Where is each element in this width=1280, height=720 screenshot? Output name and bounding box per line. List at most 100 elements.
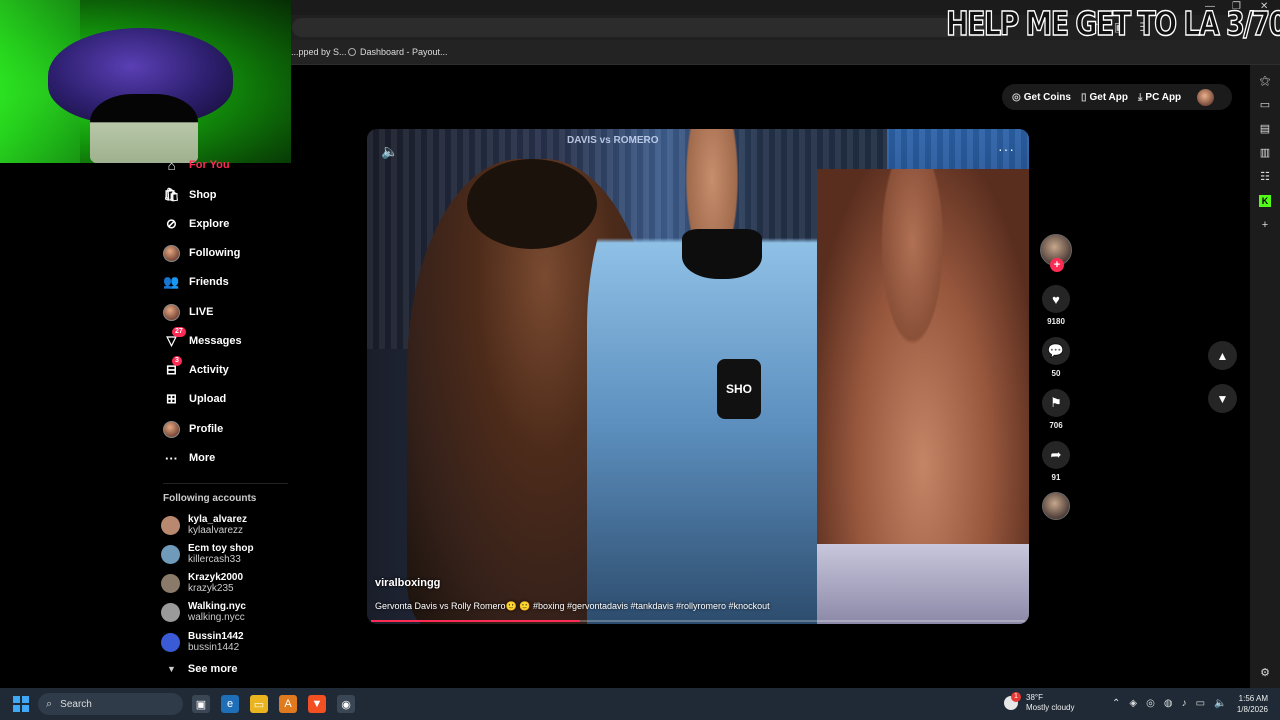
obs-icon[interactable]: ◉ <box>337 695 355 713</box>
app-icon[interactable]: A <box>279 695 297 713</box>
windows-taskbar: ⌕ Search ▣ e ▭ A ▼ ◉ 1 38°F Mostly cloudy… <box>0 688 1280 720</box>
windows-start-icon[interactable] <box>13 696 29 712</box>
chevron-up-icon[interactable]: ⌃ <box>1112 698 1120 709</box>
ai-icon[interactable]: ⚝ <box>1259 75 1271 87</box>
video-caption: Gervonta Davis vs Rolly Romero🙂 🙂 #boxin… <box>375 601 770 611</box>
search-label: Search <box>60 698 92 710</box>
see-more-button[interactable]: ▼ See more <box>167 663 237 675</box>
avatar <box>161 545 180 564</box>
bookmark-item[interactable]: ...pped by S... <box>291 47 347 57</box>
task-view-icon[interactable]: ▣ <box>192 695 210 713</box>
bookmarks-icon[interactable]: ▥ <box>1259 147 1271 159</box>
weather-temp: 38°F <box>1026 693 1043 702</box>
nav-label: Activity <box>189 364 229 376</box>
volume-icon[interactable]: 🔈 <box>1214 698 1226 709</box>
share-button[interactable]: ➦ 91 <box>1038 441 1074 482</box>
comment-count: 50 <box>1051 369 1061 378</box>
follow-plus-icon[interactable]: + <box>1050 258 1064 272</box>
webcam-overlay <box>0 0 291 163</box>
creator-avatar[interactable]: + <box>1038 234 1074 272</box>
nav-label: Explore <box>189 218 230 230</box>
file-explorer-icon[interactable]: ▭ <box>250 695 268 713</box>
video-player[interactable]: DAVIS vs ROMERO SHO 🔈 ··· viralboxingg G… <box>367 129 1029 624</box>
save-button[interactable]: ⚑ 706 <box>1038 389 1074 430</box>
account-name: Bussin1442 <box>188 631 244 642</box>
share-count: 91 <box>1051 473 1061 482</box>
live-avatar-icon <box>163 303 180 321</box>
chevron-down-icon[interactable]: ▼ <box>1208 384 1237 413</box>
brave-icon[interactable]: ▼ <box>308 695 326 713</box>
following-account[interactable]: Walking.nyc walking.nycc <box>161 601 246 624</box>
account-handle: kylaalvarezz <box>188 525 244 536</box>
profile-avatar[interactable] <box>1197 88 1215 106</box>
following-account[interactable]: Ecm toy shop killercash33 <box>161 543 254 566</box>
inbox-icon: ⊟ 3 <box>163 355 182 379</box>
ellipsis-icon: ··· <box>165 450 178 466</box>
nav-shop[interactable]: 🛍 Shop <box>163 183 217 207</box>
media-icon[interactable]: ▭ <box>1259 99 1271 111</box>
following-account[interactable]: Krazyk2000 krazyk235 <box>161 572 243 595</box>
taskbar-search[interactable]: ⌕ Search <box>38 693 183 715</box>
chevron-up-icon[interactable]: ▲ <box>1208 341 1237 370</box>
microphone-icon[interactable]: ♪ <box>1182 698 1187 709</box>
video-fighter-right <box>817 169 1029 624</box>
network-app-icon[interactable]: ◈ <box>1129 698 1137 709</box>
pc-app-button[interactable]: ⤓ PC App <box>1138 92 1181 103</box>
edge-icon[interactable]: e <box>221 695 239 713</box>
following-account[interactable]: kyla_alvarez kylaalvarezz <box>161 514 247 537</box>
sound-avatar[interactable] <box>1038 492 1074 520</box>
get-coins-button[interactable]: ◎ Get Coins <box>1012 92 1071 103</box>
account-name: Ecm toy shop <box>188 543 254 554</box>
display-icon[interactable]: ▭ <box>1196 698 1205 709</box>
nav-upload[interactable]: ⊞ Upload <box>163 387 226 411</box>
nav-friends[interactable]: 👥 Friends <box>163 270 228 294</box>
progress-fill <box>371 620 581 622</box>
friends-icon: 👥 <box>163 274 180 289</box>
add-panel-icon[interactable]: + <box>1259 219 1271 231</box>
taskbar-clock[interactable]: 1:56 AM 1/8/2026 <box>1232 693 1268 715</box>
url-field[interactable] <box>292 18 992 37</box>
reading-list-icon[interactable]: ☷ <box>1259 171 1271 183</box>
screen: ⇪ ▣ ☰ — ❐ ✕ ...pped by S... Dashboard - … <box>0 0 1280 720</box>
nav-label: More <box>189 452 216 464</box>
nav-activity[interactable]: ⊟ 3 Activity <box>163 355 229 382</box>
avatar <box>161 516 180 535</box>
nav-messages[interactable]: ▽ 27 Messages <box>163 326 242 353</box>
more-options-icon[interactable]: ··· <box>998 141 1015 157</box>
sidebar-nav: ⌂ For You 🛍 Shop ⊘ Explore Following 👥 F… <box>147 158 292 688</box>
paper-plane-icon: ▽ 27 <box>163 326 186 350</box>
wallet-icon[interactable]: ▤ <box>1259 123 1271 135</box>
browser-side-panel: ⚝ ▭ ▤ ▥ ☷ K + ⚙ <box>1250 65 1280 688</box>
kick-icon[interactable]: K <box>1259 195 1271 207</box>
nav-more[interactable]: ··· More <box>163 446 215 470</box>
nav-following[interactable]: Following <box>163 241 240 265</box>
stream-overlay-text: HELP ME GET TO LA 3/70 <box>945 3 1280 44</box>
video-banner-text: DAVIS vs ROMERO <box>567 135 659 146</box>
nav-label: Shop <box>189 189 217 201</box>
wifi-icon[interactable]: ◍ <box>1164 698 1173 709</box>
account-name: kyla_alvarez <box>188 514 247 525</box>
comment-button[interactable]: 💬 50 <box>1038 337 1074 378</box>
nav-explore[interactable]: ⊘ Explore <box>163 212 229 236</box>
account-name: Walking.nyc <box>188 601 246 612</box>
volume-icon[interactable]: 🔈 <box>381 143 398 160</box>
video-progress-bar[interactable] <box>371 620 1025 622</box>
bookmark-label: Dashboard - Payout... <box>360 47 448 57</box>
like-button[interactable]: ♥ 9180 <box>1038 285 1074 326</box>
microphone: SHO <box>717 359 761 419</box>
norton-icon[interactable]: ◎ <box>1146 698 1155 709</box>
nav-profile[interactable]: Profile <box>163 417 223 441</box>
get-app-button[interactable]: ▯ Get App <box>1081 92 1128 103</box>
chevron-down-icon: ▼ <box>167 664 176 674</box>
download-icon: ⤓ <box>1138 91 1143 103</box>
nav-live[interactable]: LIVE <box>163 300 213 324</box>
weather-widget[interactable]: 1 38°F Mostly cloudy <box>1004 692 1074 713</box>
comment-icon: 💬 <box>1042 337 1070 365</box>
following-account[interactable]: Bussin1442 bussin1442 <box>161 631 244 654</box>
clock-time: 1:56 AM <box>1238 694 1268 703</box>
avatar <box>161 603 180 622</box>
settings-icon[interactable]: ⚙ <box>1259 667 1271 679</box>
bookmark-dashboard[interactable]: Dashboard - Payout... <box>348 47 448 57</box>
video-author[interactable]: viralboxingg <box>375 577 440 589</box>
nav-for-you[interactable]: ⌂ For You <box>163 153 230 177</box>
